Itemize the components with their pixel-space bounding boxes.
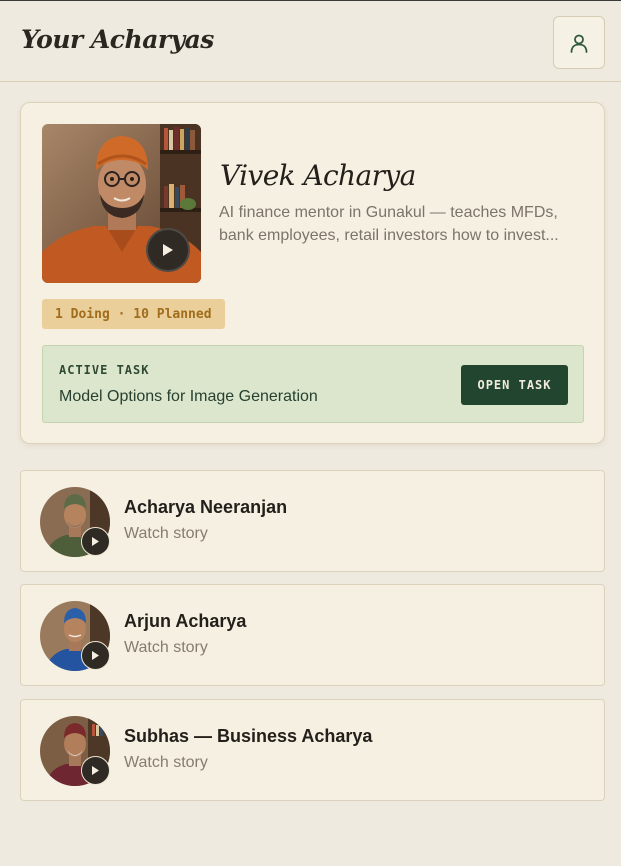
- acharya-name: Acharya Neeranjan: [124, 497, 288, 517]
- play-button[interactable]: [81, 527, 110, 556]
- watch-story-link[interactable]: Watch story: [124, 754, 208, 772]
- active-task-panel: ACTIVE TASK Model Options for Image Gene…: [42, 345, 584, 423]
- featured-acharya-card: Vivek Acharya AI finance mentor in Gunak…: [20, 102, 605, 444]
- avatar-container: [40, 601, 110, 671]
- status-badge: 1 Doing · 10 Planned: [42, 299, 225, 329]
- profile-button[interactable]: [553, 16, 605, 69]
- featured-portrait[interactable]: [42, 124, 201, 283]
- page-title: Your Acharyas: [21, 25, 214, 54]
- user-icon: [570, 34, 588, 53]
- acharya-card[interactable]: Arjun Acharya Watch story: [20, 584, 605, 686]
- acharya-card[interactable]: Subhas — Business Acharya Watch story: [20, 699, 605, 801]
- acharya-name: Arjun Acharya: [124, 611, 247, 631]
- acharya-name: Subhas — Business Acharya: [124, 726, 373, 746]
- watch-story-link[interactable]: Watch story: [124, 525, 208, 543]
- play-icon: [92, 651, 99, 660]
- active-task-title: Model Options for Image Generation: [59, 388, 318, 405]
- featured-play-button[interactable]: [146, 228, 190, 272]
- featured-acharya-name: Vivek Acharya: [220, 159, 416, 192]
- watch-story-link[interactable]: Watch story: [124, 639, 208, 657]
- play-icon: [92, 766, 99, 775]
- open-task-button[interactable]: OPEN TASK: [461, 365, 568, 405]
- play-icon: [92, 537, 99, 546]
- play-button[interactable]: [81, 756, 110, 785]
- avatar-container: [40, 487, 110, 557]
- play-icon: [163, 244, 173, 256]
- active-task-label: ACTIVE TASK: [59, 363, 150, 377]
- acharya-card[interactable]: Acharya Neeranjan Watch story: [20, 470, 605, 572]
- app-header: Your Acharyas: [0, 1, 621, 82]
- featured-acharya-description: AI finance mentor in Gunakul — teaches M…: [219, 204, 559, 244]
- avatar-container: [40, 716, 110, 786]
- play-button[interactable]: [81, 641, 110, 670]
